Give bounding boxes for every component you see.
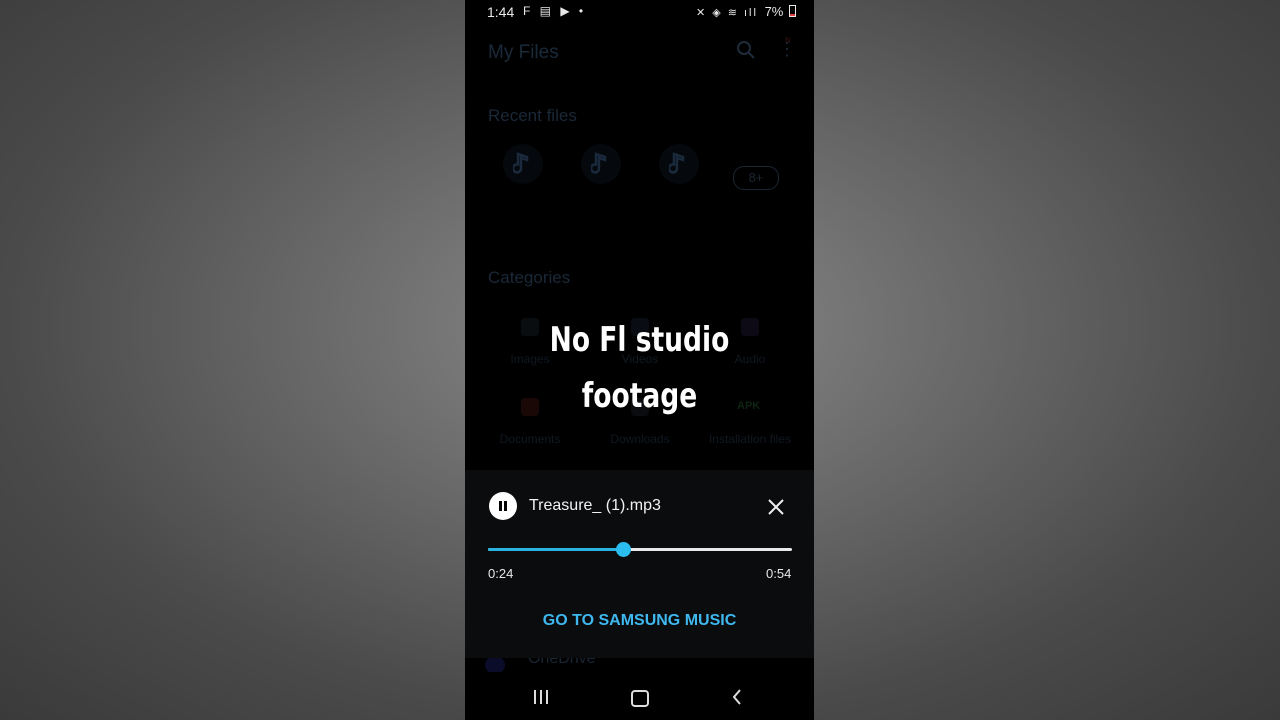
notification-icons: F ▤ ▶ • xyxy=(523,4,587,18)
system-status-icons: ✕ ◈ ≋ ıll xyxy=(695,7,758,19)
recent-apps-icon[interactable] xyxy=(534,690,550,704)
recent-file-thumb[interactable] xyxy=(659,144,699,184)
recent-files-label: Recent files xyxy=(488,106,577,125)
phone-screen: 1:44 F ▤ ▶ • ✕ ◈ ≋ ıll 7% My Files ⋮ N R… xyxy=(465,0,814,720)
close-icon[interactable] xyxy=(765,496,787,518)
category-installation-files[interactable]: Installation files xyxy=(695,432,805,446)
battery-icon xyxy=(789,5,796,17)
status-bar: 1:44 F ▤ ▶ • ✕ ◈ ≋ ıll 7% xyxy=(465,0,814,24)
battery-percent: 7% xyxy=(764,4,784,19)
category-documents[interactable]: Documents xyxy=(475,432,585,446)
caption-line-1: No Fl studio xyxy=(549,320,730,360)
music-note-icon xyxy=(591,152,607,174)
mini-music-player: Treasure_ (1).mp3 0:24 0:54 GO TO SAMSUN… xyxy=(465,470,814,658)
pause-button[interactable] xyxy=(489,492,517,520)
categories-label: Categories xyxy=(488,268,571,287)
seek-bar[interactable] xyxy=(488,542,792,557)
track-name: Treasure_ (1).mp3 xyxy=(529,497,661,514)
recent-more-button[interactable]: 8+ xyxy=(733,166,779,190)
app-title: My Files xyxy=(488,42,559,63)
back-icon[interactable] xyxy=(731,688,743,706)
new-badge: N xyxy=(785,36,791,45)
elapsed-time: 0:24 xyxy=(488,566,514,581)
category-downloads[interactable]: Downloads xyxy=(585,432,695,446)
total-time: 0:54 xyxy=(766,566,792,581)
music-note-icon xyxy=(669,152,685,174)
caption-line-2: footage xyxy=(581,376,698,416)
status-time: 1:44 xyxy=(487,4,515,20)
seek-bar-thumb[interactable] xyxy=(615,542,631,557)
music-note-icon xyxy=(513,152,529,174)
recent-file-thumb[interactable] xyxy=(581,144,621,184)
recent-file-thumb[interactable] xyxy=(503,144,543,184)
search-icon[interactable] xyxy=(735,39,757,61)
video-caption: No Fl studio footage xyxy=(503,312,775,424)
home-icon[interactable] xyxy=(631,690,649,707)
navigation-bar xyxy=(465,672,814,720)
status-right: ✕ ◈ ≋ ıll 7% xyxy=(696,4,796,19)
go-to-samsung-music-button[interactable]: GO TO SAMSUNG MUSIC xyxy=(465,612,814,630)
seek-bar-progress xyxy=(488,548,623,551)
